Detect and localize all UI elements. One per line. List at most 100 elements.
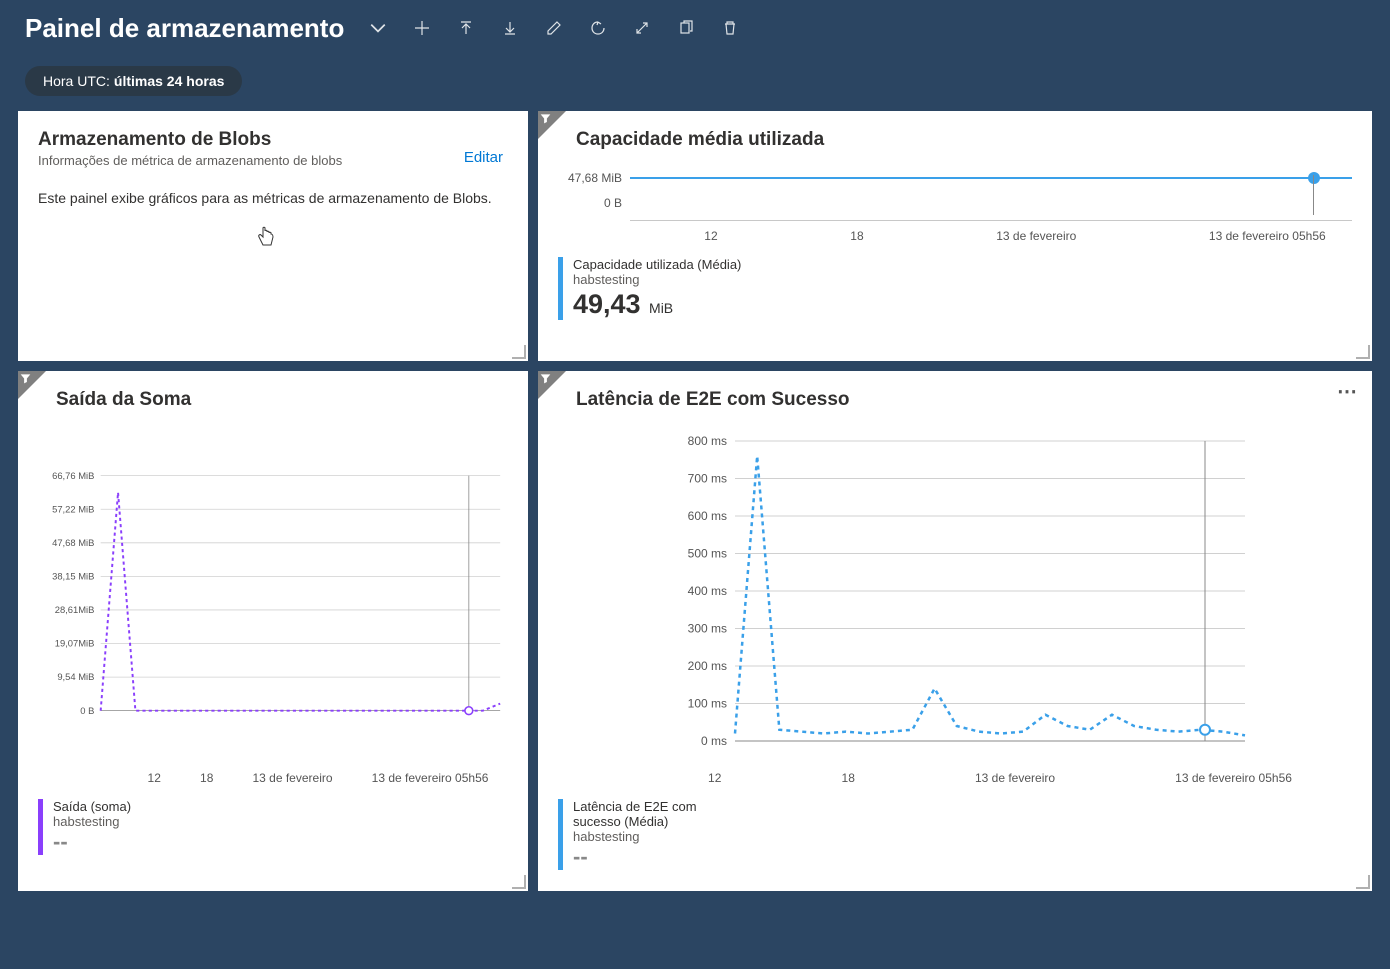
chart-line	[630, 177, 1352, 179]
tile-title: Saída da Soma	[56, 389, 508, 411]
svg-text:800 ms: 800 ms	[688, 434, 727, 448]
legend-value: --	[573, 844, 588, 869]
tile-egress[interactable]: Saída da Soma 66,76 MiB 57,22 MiB 47,68 Mi…	[18, 371, 528, 891]
fullscreen-icon	[634, 20, 650, 36]
x-tick: 18	[850, 229, 863, 243]
copy-icon	[678, 20, 694, 36]
svg-text:57,22 MiB: 57,22 MiB	[52, 503, 94, 514]
latency-chart: 800 ms700 ms600 ms500 ms400 ms300 ms200 …	[558, 431, 1352, 771]
time-filter-value: últimas 24 horas	[114, 73, 225, 89]
svg-text:28,61MiB: 28,61MiB	[55, 604, 95, 615]
svg-text:200 ms: 200 ms	[688, 659, 727, 673]
delete-button[interactable]	[712, 10, 748, 46]
legend-metric: Saída (soma)	[53, 799, 131, 814]
time-filter-pill[interactable]: Hora UTC: últimas 24 horas	[25, 66, 242, 96]
tile-subtitle: Informações de métrica de armazenamento …	[38, 153, 508, 168]
svg-text:9,54 MiB: 9,54 MiB	[57, 671, 94, 682]
dashboard-grid: Armazenamento de Blobs Informações de mé…	[0, 111, 1390, 891]
plus-icon	[414, 20, 430, 36]
tile-title: Capacidade média utilizada	[576, 129, 1352, 151]
dashboard-select-dropdown[interactable]	[360, 10, 396, 46]
svg-text:0 B: 0 B	[80, 705, 94, 716]
resize-handle[interactable]	[1356, 345, 1370, 359]
legend-color-bar	[38, 799, 43, 855]
share-button[interactable]	[580, 10, 616, 46]
x-axis: 12 18 13 de fevereiro 13 de fevereiro 05…	[638, 229, 1352, 243]
egress-chart: 66,76 MiB 57,22 MiB 47,68 MiB 38,15 MiB 28,6…	[38, 431, 508, 771]
y-tick: 47,68 MiB	[558, 171, 630, 185]
svg-text:66,76 MiB: 66,76 MiB	[52, 470, 94, 481]
tile-menu-button[interactable]: ⋯	[1337, 379, 1358, 404]
edit-button[interactable]	[536, 10, 572, 46]
time-marker	[1313, 175, 1314, 215]
svg-text:500 ms: 500 ms	[688, 547, 727, 561]
download-icon	[502, 20, 518, 36]
x-tick: 12	[704, 229, 717, 243]
filter-indicator[interactable]	[18, 371, 46, 399]
svg-text:600 ms: 600 ms	[688, 509, 727, 523]
pencil-icon	[546, 20, 562, 36]
dashboard-header: Painel de armazenamento	[0, 0, 1390, 51]
filter-indicator[interactable]	[538, 111, 566, 139]
upload-icon	[458, 20, 474, 36]
capacity-chart: 47,68 MiB 0 B 12 18 13 de fevereiro 13 d…	[558, 171, 1352, 243]
chart-legend: Capacidade utilizada (Média) habstesting…	[558, 257, 1352, 320]
upload-button[interactable]	[448, 10, 484, 46]
x-tick: 13 de fevereiro	[996, 229, 1076, 243]
legend-value: 49,43	[573, 289, 641, 320]
legend-metric: Latência de E2E com sucesso (Média)	[573, 799, 733, 829]
tile-title: Latência de E2E com Sucesso	[576, 389, 1352, 411]
svg-text:700 ms: 700 ms	[688, 472, 727, 486]
clone-button[interactable]	[668, 10, 704, 46]
x-tick: 18	[200, 771, 213, 785]
legend-color-bar	[558, 799, 563, 870]
funnel-icon	[20, 373, 31, 384]
edit-link[interactable]: Editar	[464, 149, 503, 166]
resize-handle[interactable]	[512, 875, 526, 889]
y-tick: 0 B	[558, 196, 630, 210]
legend-metric: Capacidade utilizada (Média)	[573, 257, 741, 272]
svg-text:300 ms: 300 ms	[688, 622, 727, 636]
trash-icon	[722, 20, 738, 36]
tile-latency[interactable]: ⋯ Latência de E2E com Sucesso 800 ms 700 …	[538, 371, 1372, 891]
chevron-down-icon	[369, 19, 387, 37]
funnel-icon	[540, 113, 551, 124]
legend-resource: habstesting	[53, 814, 131, 829]
legend-value: --	[53, 829, 68, 854]
x-tick: 13 de fevereiro 05h56	[1175, 771, 1292, 785]
x-axis: 12 18 13 de fevereiro 13 de fevereiro 05…	[128, 771, 508, 785]
tile-body-text: Este painel exibe gráficos para as métri…	[38, 190, 508, 206]
svg-text:47,68 MiB: 47,68 MiB	[52, 537, 94, 548]
legend-resource: habstesting	[573, 272, 741, 287]
hand-cursor-icon	[256, 226, 276, 256]
x-tick: 13 de fevereiro	[252, 771, 332, 785]
data-point	[1308, 172, 1320, 184]
resize-handle[interactable]	[1356, 875, 1370, 889]
download-button[interactable]	[492, 10, 528, 46]
svg-text:38,15 MiB: 38,15 MiB	[52, 571, 94, 582]
x-tick: 13 de fevereiro 05h56	[1209, 229, 1326, 243]
svg-text:0 ms: 0 ms	[701, 734, 727, 748]
add-button[interactable]	[404, 10, 440, 46]
time-filter-label: Hora UTC:	[43, 73, 110, 89]
x-tick: 12	[708, 771, 721, 785]
x-tick: 12	[148, 771, 161, 785]
legend-resource: habstesting	[573, 829, 733, 844]
tile-capacity[interactable]: Capacidade média utilizada 47,68 MiB 0 B…	[538, 111, 1372, 361]
chart-legend: Saída (soma) habstesting --	[38, 799, 508, 855]
legend-unit: MiB	[649, 300, 673, 316]
filter-indicator[interactable]	[538, 371, 566, 399]
tile-title: Armazenamento de Blobs	[38, 129, 508, 151]
chart-legend: Latência de E2E com sucesso (Média) habs…	[558, 799, 1352, 870]
svg-text:100 ms: 100 ms	[688, 697, 727, 711]
funnel-icon	[540, 373, 551, 384]
x-tick: 13 de fevereiro	[975, 771, 1055, 785]
fullscreen-button[interactable]	[624, 10, 660, 46]
x-axis: 12 18 13 de fevereiro 13 de fevereiro 05…	[648, 771, 1352, 785]
x-tick: 18	[842, 771, 855, 785]
share-icon	[590, 20, 606, 36]
tile-blob-info[interactable]: Armazenamento de Blobs Informações de mé…	[18, 111, 528, 361]
svg-text:19,07MiB: 19,07MiB	[55, 638, 95, 649]
dashboard-title: Painel de armazenamento	[25, 13, 344, 44]
resize-handle[interactable]	[512, 345, 526, 359]
